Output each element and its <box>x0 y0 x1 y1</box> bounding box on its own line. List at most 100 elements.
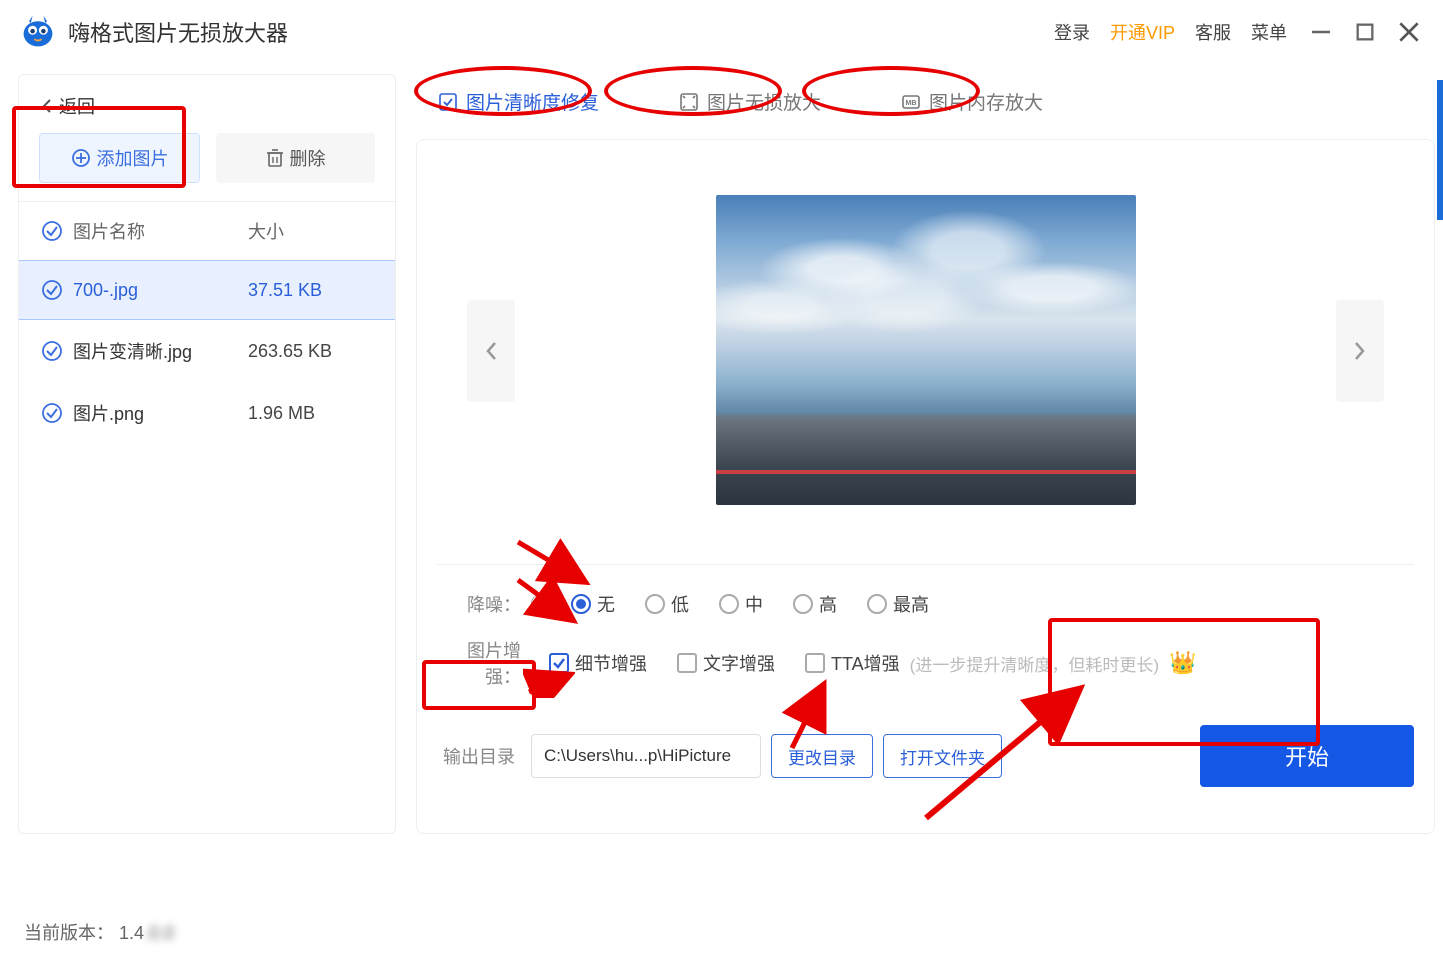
vip-link[interactable]: 开通VIP <box>1110 19 1175 45</box>
tab-icon <box>438 92 458 112</box>
add-image-button[interactable]: 添加图片 <box>39 133 200 183</box>
svg-text:MB: MB <box>906 100 917 107</box>
file-name: 700-.jpg <box>73 280 248 301</box>
noise-radio-高[interactable]: 高 <box>793 591 837 617</box>
radio-icon <box>645 594 665 614</box>
window-controls <box>1307 18 1423 46</box>
radio-label: 最高 <box>893 591 929 617</box>
enhance-check-细节增强[interactable]: 细节增强 <box>549 650 647 676</box>
back-label: 返回 <box>59 93 95 119</box>
footer: 当前版本： 1.4.0.0 <box>24 919 174 945</box>
login-link[interactable]: 登录 <box>1054 19 1090 45</box>
file-row[interactable]: 图片.png 1.96 MB <box>19 382 395 444</box>
top-links: 登录 开通VIP 客服 菜单 <box>1054 19 1287 45</box>
sidebar: 返回 添加图片 删除 图片名称 大小 700-.jpg 37.51 KB 图片变… <box>18 74 396 834</box>
open-folder-button[interactable]: 打开文件夹 <box>883 734 1002 778</box>
file-row[interactable]: 图片变清晰.jpg 263.65 KB <box>19 320 395 382</box>
app-logo-icon <box>20 14 56 50</box>
checkbox-icon <box>549 653 569 673</box>
check-label: 细节增强 <box>575 650 647 676</box>
tab-2[interactable]: MB 图片内存放大 <box>891 82 1053 121</box>
noise-radio-group: 无 低 中 高 最高 <box>571 591 929 617</box>
checkbox-icon <box>805 653 825 673</box>
radio-icon <box>867 594 887 614</box>
check-circle-icon <box>41 340 63 362</box>
version-prefix: 1.4 <box>119 923 144 943</box>
tab-icon <box>679 92 699 112</box>
radio-label: 中 <box>745 591 763 617</box>
file-size: 37.51 KB <box>248 280 322 301</box>
file-name: 图片.png <box>73 400 248 426</box>
header-name: 图片名称 <box>73 218 248 244</box>
file-row[interactable]: 700-.jpg 37.51 KB <box>19 260 395 320</box>
output-row: 输出目录 C:\Users\hu...p\HiPicture 更改目录 打开文件… <box>437 725 1414 787</box>
enhance-hint: (进一步提升清晰度，但耗时更长) <box>910 651 1159 676</box>
divider <box>437 564 1414 565</box>
main-area: 返回 添加图片 删除 图片名称 大小 700-.jpg 37.51 KB 图片变… <box>0 64 1443 834</box>
right-edge-strip <box>1437 80 1443 220</box>
tab-label: 图片无损放大 <box>707 88 821 115</box>
enhance-check-TTA增强[interactable]: TTA增强 <box>805 650 900 676</box>
trash-icon <box>266 148 284 168</box>
tab-icon: MB <box>901 92 921 112</box>
next-image-button[interactable] <box>1336 300 1384 402</box>
minimize-button[interactable] <box>1307 18 1335 46</box>
version-label: 当前版本： <box>24 923 114 943</box>
titlebar: 嗨格式图片无损放大器 登录 开通VIP 客服 菜单 <box>0 0 1443 64</box>
close-button[interactable] <box>1395 18 1423 46</box>
help-icon[interactable]: ? <box>531 593 553 615</box>
sidebar-actions: 添加图片 删除 <box>19 133 395 201</box>
file-size: 1.96 MB <box>248 403 315 424</box>
app-title: 嗨格式图片无损放大器 <box>68 16 1054 48</box>
enhance-check-文字增强[interactable]: 文字增强 <box>677 650 775 676</box>
file-list: 700-.jpg 37.51 KB 图片变清晰.jpg 263.65 KB 图片… <box>19 260 395 444</box>
file-name: 图片变清晰.jpg <box>73 338 248 364</box>
chevron-left-icon <box>41 98 53 114</box>
check-label: TTA增强 <box>831 650 900 676</box>
noise-label: 降噪： <box>437 591 521 617</box>
radio-icon <box>571 594 591 614</box>
file-size: 263.65 KB <box>248 341 332 362</box>
noise-radio-低[interactable]: 低 <box>645 591 689 617</box>
radio-label: 高 <box>819 591 837 617</box>
output-path-field[interactable]: C:\Users\hu...p\HiPicture <box>531 734 761 778</box>
chevron-right-icon <box>1352 339 1368 363</box>
enhance-row: 图片增强： 细节增强文字增强TTA增强 (进一步提升清晰度，但耗时更长) 👑 <box>437 631 1414 695</box>
maximize-button[interactable] <box>1351 18 1379 46</box>
check-all-icon[interactable] <box>41 220 63 242</box>
preview-area: 降噪： ? 无低中高最高 图片增强： 细节增强文字增强TTA增强 (进一步提升清… <box>416 139 1435 834</box>
noise-radio-中[interactable]: 中 <box>719 591 763 617</box>
output-label: 输出目录 <box>437 733 521 779</box>
support-link[interactable]: 客服 <box>1195 19 1231 45</box>
crown-icon: 👑 <box>1169 650 1196 676</box>
back-link[interactable]: 返回 <box>19 87 395 133</box>
prev-image-button[interactable] <box>467 300 515 402</box>
radio-label: 无 <box>597 591 615 617</box>
radio-icon <box>793 594 813 614</box>
preview-row <box>437 160 1414 540</box>
noise-radio-无[interactable]: 无 <box>571 591 615 617</box>
checkbox-icon <box>677 653 697 673</box>
chevron-left-icon <box>483 339 499 363</box>
noise-radio-最高[interactable]: 最高 <box>867 591 929 617</box>
enhance-check-group: 细节增强 文字增强 TTA增强 <box>549 650 900 676</box>
radio-label: 低 <box>671 591 689 617</box>
check-label: 文字增强 <box>703 650 775 676</box>
radio-icon <box>719 594 739 614</box>
delete-button[interactable]: 删除 <box>216 133 375 183</box>
plus-circle-icon <box>71 148 91 168</box>
tabs: 图片清晰度修复 图片无损放大 MB 图片内存放大 <box>416 74 1435 139</box>
tab-1[interactable]: 图片无损放大 <box>669 82 831 121</box>
start-button[interactable]: 开始 <box>1200 725 1414 787</box>
right-panel: 图片清晰度修复图片无损放大MB图片内存放大 降噪： ? 无低中高最高 图片增强： <box>416 74 1435 834</box>
delete-label: 删除 <box>290 145 326 171</box>
change-dir-button[interactable]: 更改目录 <box>771 734 873 778</box>
menu-link[interactable]: 菜单 <box>1251 19 1287 45</box>
file-list-header: 图片名称 大小 <box>19 201 395 260</box>
tab-0[interactable]: 图片清晰度修复 <box>428 82 609 121</box>
check-circle-icon <box>41 402 63 424</box>
version-blur: .0.0 <box>144 923 174 944</box>
tab-label: 图片内存放大 <box>929 88 1043 115</box>
header-size: 大小 <box>248 218 284 244</box>
check-circle-icon <box>41 279 63 301</box>
